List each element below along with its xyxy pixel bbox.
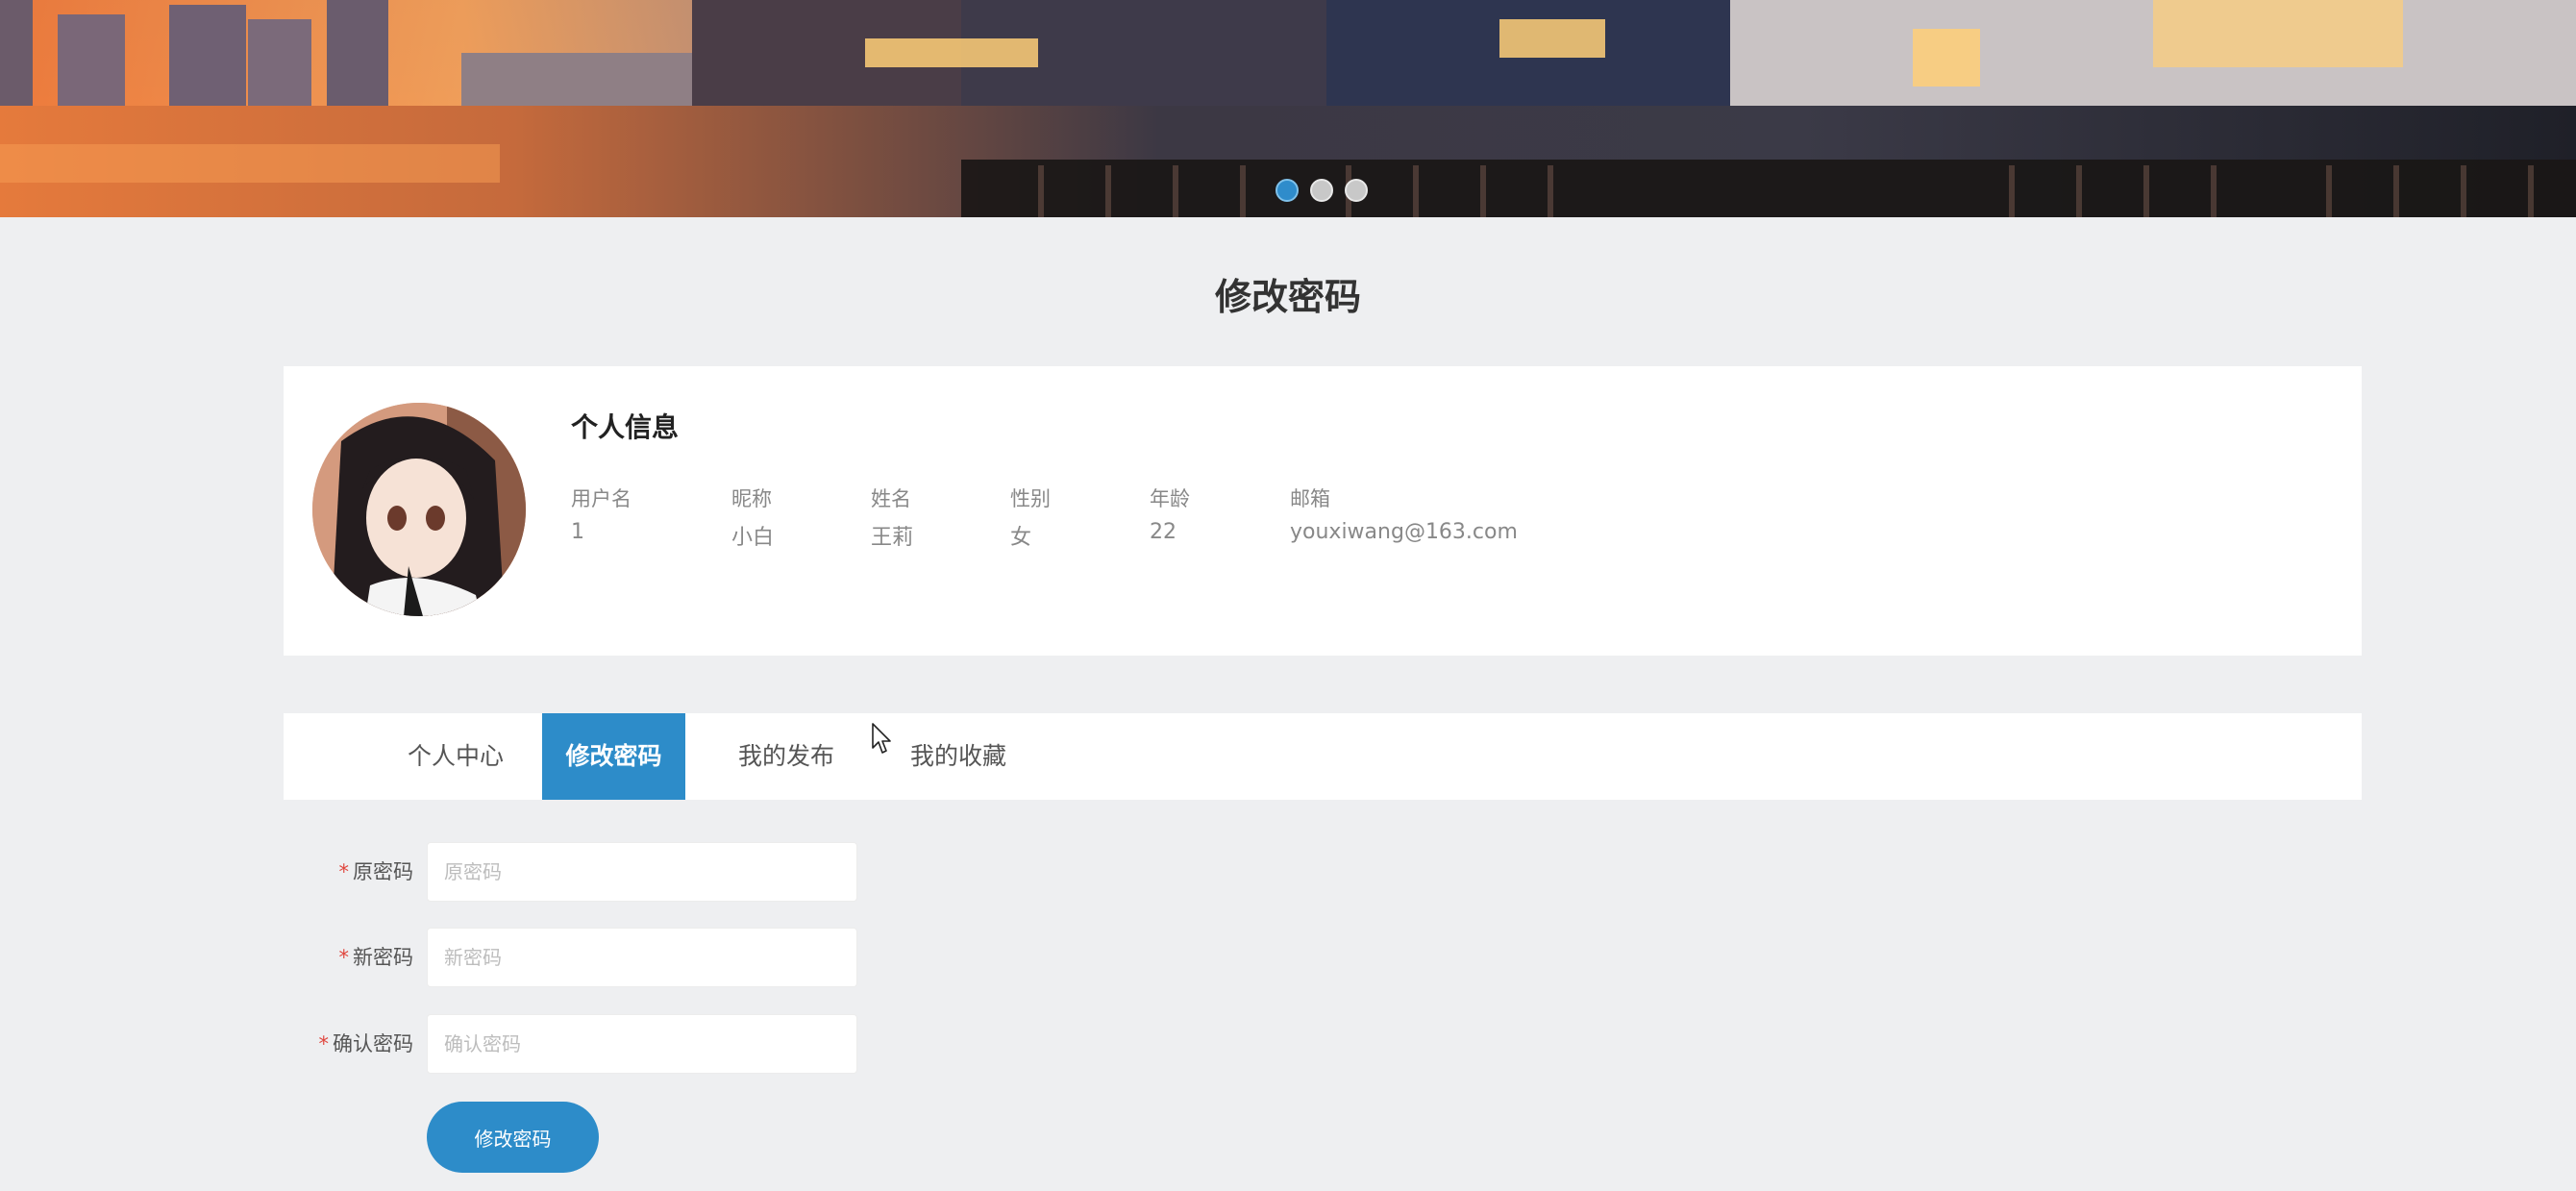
banner-carousel[interactable] xyxy=(0,0,2576,217)
new-password-input[interactable] xyxy=(427,928,857,987)
form-row-old-password: * 原密码 xyxy=(284,842,1053,902)
confirm-password-label-text: 确认密码 xyxy=(333,1032,413,1055)
banner-window-lights xyxy=(2153,0,2403,67)
info-nickname: 昵称 小白 xyxy=(731,484,774,551)
banner-railing xyxy=(961,160,2576,217)
carousel-dot-2[interactable] xyxy=(1310,179,1333,202)
banner-building xyxy=(169,5,246,106)
info-label: 姓名 xyxy=(871,487,911,510)
mouse-cursor-icon xyxy=(872,723,891,754)
info-label: 邮箱 xyxy=(1290,487,1330,510)
old-password-input[interactable] xyxy=(427,842,857,902)
banner-window-lights xyxy=(865,38,1038,67)
new-password-label: * 新密码 xyxy=(339,928,414,987)
banner-building xyxy=(327,0,388,106)
new-password-label-text: 新密码 xyxy=(353,946,413,969)
info-label: 性别 xyxy=(1010,487,1051,510)
form-row-confirm-password: * 确认密码 xyxy=(284,1014,1053,1074)
tab-my-posts[interactable]: 我的发布 xyxy=(714,713,858,800)
carousel-dot-3[interactable] xyxy=(1345,179,1368,202)
info-username: 用户名 1 xyxy=(571,484,632,544)
info-value: 小白 xyxy=(731,526,775,550)
required-mark: * xyxy=(338,860,350,883)
tab-personal-center[interactable]: 个人中心 xyxy=(384,713,528,800)
info-value: 22 xyxy=(1150,520,1177,544)
tab-my-favorites[interactable]: 我的收藏 xyxy=(886,713,1030,800)
banner-reflection xyxy=(0,144,500,183)
banner-building xyxy=(58,14,125,106)
carousel-indicators xyxy=(1276,179,1368,202)
info-age: 年龄 22 xyxy=(1150,484,1190,544)
required-mark: * xyxy=(318,1032,330,1055)
info-value: 王莉 xyxy=(871,526,914,550)
avatar xyxy=(312,403,526,616)
info-label: 昵称 xyxy=(731,487,772,510)
old-password-label-text: 原密码 xyxy=(353,860,413,883)
tab-bar: 个人中心 修改密码 我的发布 我的收藏 xyxy=(284,713,2362,800)
info-gender: 性别 女 xyxy=(1010,484,1051,551)
banner-window-lights xyxy=(1499,19,1605,58)
banner-building xyxy=(461,53,711,106)
confirm-password-input[interactable] xyxy=(427,1014,857,1074)
banner-building xyxy=(0,0,33,106)
profile-card: 个人信息 用户名 1 昵称 小白 姓名 王莉 性别 女 年龄 22 邮箱 you… xyxy=(284,366,2362,656)
info-label: 用户名 xyxy=(571,487,632,510)
form-row-new-password: * 新密码 xyxy=(284,928,1053,987)
info-email: 邮箱 youxiwang@163.com xyxy=(1290,484,1518,544)
tab-change-password[interactable]: 修改密码 xyxy=(542,713,685,800)
submit-change-password-button[interactable]: 修改密码 xyxy=(427,1102,599,1173)
carousel-dot-1[interactable] xyxy=(1276,179,1299,202)
info-name: 姓名 王莉 xyxy=(871,484,913,551)
old-password-label: * 原密码 xyxy=(339,842,414,902)
info-value: 女 xyxy=(1010,526,1032,550)
banner-window-lights xyxy=(1913,29,1980,87)
profile-title: 个人信息 xyxy=(571,411,680,443)
info-label: 年龄 xyxy=(1150,487,1190,510)
required-mark: * xyxy=(338,946,350,969)
page-title: 修改密码 xyxy=(1214,276,1361,318)
info-value: youxiwang@163.com xyxy=(1290,520,1518,544)
info-value: 1 xyxy=(571,520,584,544)
confirm-password-label: * 确认密码 xyxy=(319,1014,414,1074)
banner-building xyxy=(248,19,311,106)
avatar-image xyxy=(312,403,526,616)
